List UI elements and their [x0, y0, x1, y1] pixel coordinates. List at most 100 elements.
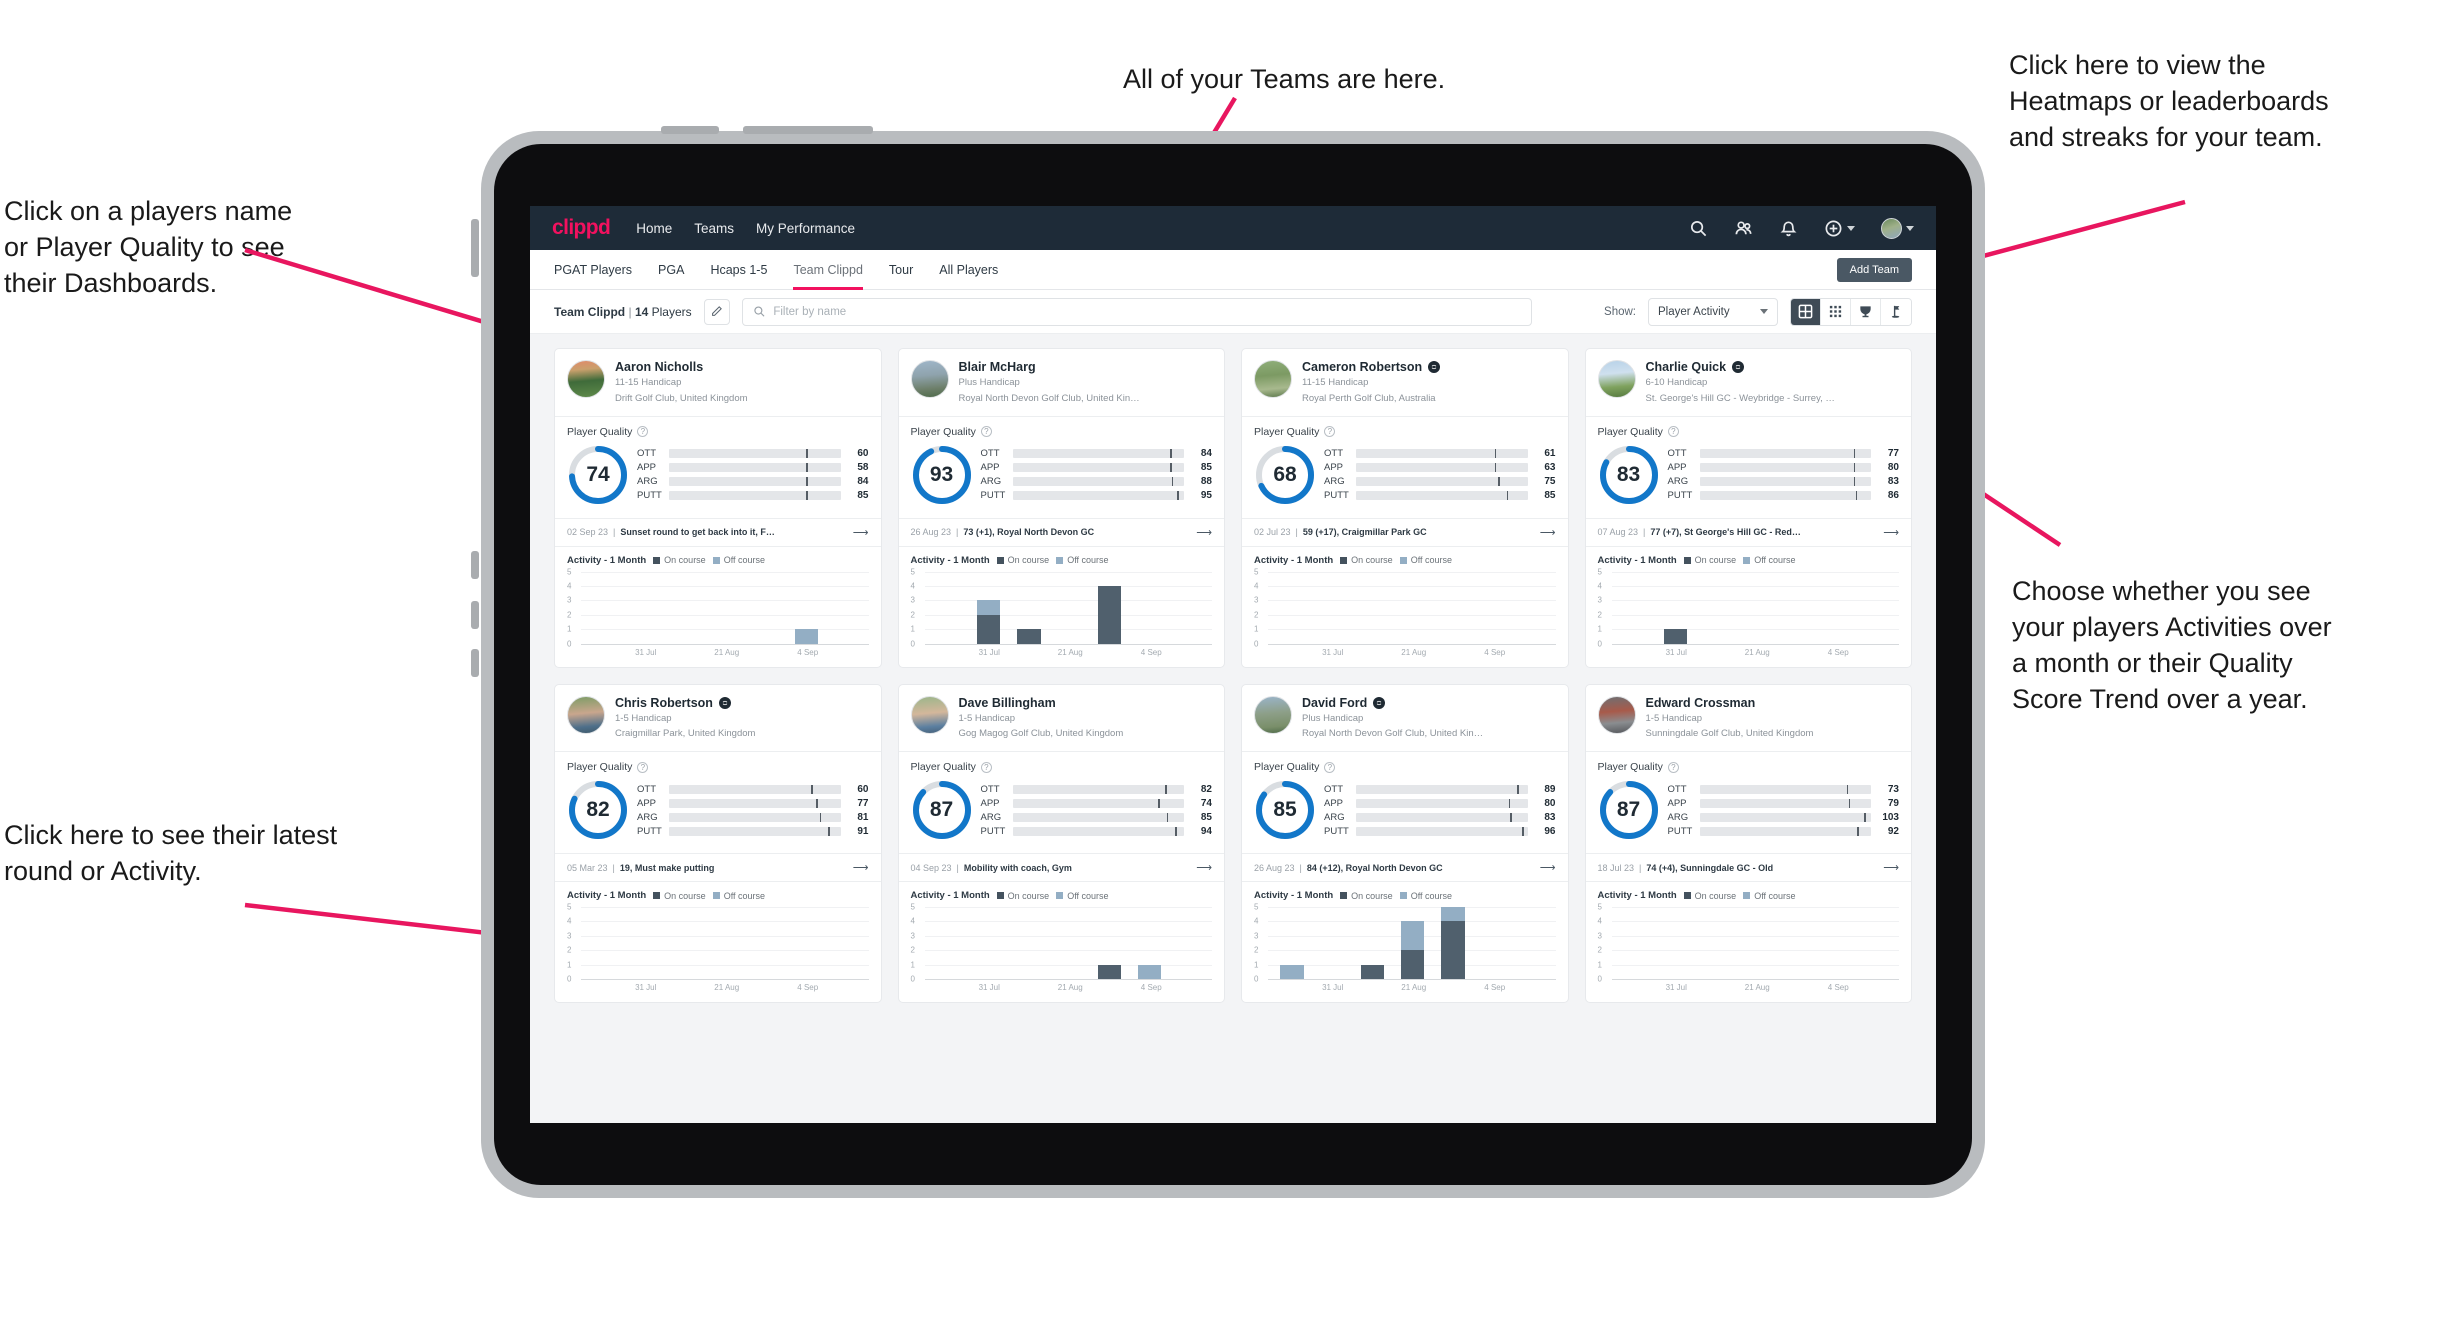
- add-team-button[interactable]: Add Team: [1836, 257, 1912, 282]
- edit-team-button[interactable]: [703, 298, 730, 325]
- player-card[interactable]: Aaron Nicholls 11-15 Handicap Drift Golf C…: [554, 348, 882, 668]
- player-quality-header[interactable]: Player Quality?: [899, 752, 1225, 777]
- help-icon[interactable]: ?: [1667, 426, 1679, 438]
- player-quality-body[interactable]: 87 OTT 82 APP 74 ARG 85 PUTT 94: [899, 777, 1225, 853]
- player-quality-body[interactable]: 93 OTT 84 APP 85 ARG 88 PUTT 95: [899, 442, 1225, 518]
- show-select[interactable]: Player Activity: [1648, 297, 1778, 326]
- latest-activity-row[interactable]: 05 Mar 23 | 19, Must make putting ⟶: [555, 853, 881, 881]
- player-card-header[interactable]: Chris Robertson 1-5 Handicap Craigmillar P…: [555, 685, 881, 752]
- dense-grid-view-button[interactable]: [1821, 298, 1851, 325]
- player-name[interactable]: Charlie Quick: [1646, 360, 1727, 374]
- arrow-right-icon[interactable]: ⟶: [1540, 861, 1556, 874]
- player-avatar[interactable]: [910, 360, 949, 398]
- player-name[interactable]: Dave Billingham: [959, 696, 1056, 710]
- player-quality-body[interactable]: 83 OTT 77 APP 80 ARG 83 PUTT 86: [1586, 442, 1912, 518]
- tab-all-players[interactable]: All Players: [939, 250, 998, 290]
- filter-search-box[interactable]: [741, 297, 1532, 326]
- plus-circle-icon[interactable]: [1824, 219, 1843, 238]
- tab-pga[interactable]: PGA: [658, 250, 684, 290]
- latest-activity-row[interactable]: 02 Sep 23 | Sunset round to get back into …: [555, 517, 881, 546]
- quality-score-ring[interactable]: 85: [1254, 779, 1316, 841]
- search-input[interactable]: [773, 305, 1521, 318]
- player-card[interactable]: Charlie Quick 6-10 Handicap St. George's H…: [1584, 348, 1912, 668]
- help-icon[interactable]: ?: [1324, 761, 1336, 773]
- user-menu-button[interactable]: [1881, 217, 1914, 239]
- quality-score-ring[interactable]: 87: [911, 779, 973, 841]
- player-quality-body[interactable]: 87 OTT 73 APP 79 ARG 103 PUTT 92: [1586, 777, 1912, 853]
- player-name-row[interactable]: Charlie Quick: [1646, 360, 1900, 374]
- player-card[interactable]: Edward Crossman 1-5 Handicap Sunningdale G…: [1584, 683, 1912, 1004]
- golf-flag-view-button[interactable]: [1881, 298, 1911, 325]
- player-card-header[interactable]: Aaron Nicholls 11-15 Handicap Drift Golf C…: [555, 349, 881, 416]
- arrow-right-icon[interactable]: ⟶: [1883, 861, 1899, 874]
- tab-tour[interactable]: Tour: [889, 250, 913, 290]
- player-card-header[interactable]: Edward Crossman 1-5 Handicap Sunningdale G…: [1586, 685, 1912, 752]
- avatar[interactable]: [1881, 217, 1902, 239]
- help-icon[interactable]: ?: [637, 761, 649, 773]
- player-name[interactable]: Blair McHarg: [959, 360, 1036, 374]
- player-avatar[interactable]: [910, 695, 949, 734]
- quality-score-ring[interactable]: 83: [1598, 444, 1660, 506]
- player-name[interactable]: Cameron Robertson: [1302, 360, 1422, 374]
- quality-score-ring[interactable]: 82: [567, 779, 629, 841]
- player-name[interactable]: Edward Crossman: [1646, 696, 1756, 710]
- player-avatar[interactable]: [567, 695, 605, 734]
- player-quality-body[interactable]: 68 OTT 61 APP 63 ARG 75 PUTT 85: [1242, 442, 1568, 518]
- latest-activity-row[interactable]: 02 Jul 23 | 59 (+17), Craigmillar Park GC ⟶: [1242, 517, 1568, 546]
- player-name-row[interactable]: Cameron Robertson: [1302, 360, 1556, 374]
- latest-activity-row[interactable]: 26 Aug 23 | 84 (+12), Royal North Devon GC…: [1242, 853, 1568, 881]
- clippd-logo[interactable]: clippd: [552, 216, 611, 240]
- quality-score-ring[interactable]: 74: [567, 444, 629, 506]
- player-card-header[interactable]: Blair McHarg Plus Handicap Royal North Dev…: [899, 349, 1225, 416]
- arrow-right-icon[interactable]: ⟶: [1883, 526, 1899, 539]
- player-card-header[interactable]: Dave Billingham 1-5 Handicap Gog Magog Gol…: [899, 685, 1225, 752]
- player-name-row[interactable]: Blair McHarg: [959, 360, 1213, 374]
- latest-activity-row[interactable]: 26 Aug 23 | 73 (+1), Royal North Devon GC ⟶: [898, 517, 1224, 546]
- quality-score-ring[interactable]: 93: [911, 444, 973, 506]
- player-quality-header[interactable]: Player Quality?: [555, 752, 881, 777]
- player-quality-body[interactable]: 85 OTT 89 APP 80 ARG 83 PUTT 96: [1242, 777, 1568, 853]
- nav-link-teams[interactable]: Teams: [694, 221, 734, 236]
- add-menu-button[interactable]: [1824, 219, 1855, 238]
- bell-icon[interactable]: [1779, 219, 1798, 238]
- player-avatar[interactable]: [1254, 695, 1292, 734]
- player-name[interactable]: Aaron Nicholls: [615, 360, 703, 374]
- search-icon[interactable]: [1689, 219, 1708, 238]
- nav-link-my-performance[interactable]: My Performance: [756, 221, 855, 236]
- latest-activity-row[interactable]: 04 Sep 23 | Mobility with coach, Gym ⟶: [898, 853, 1224, 881]
- player-card[interactable]: Blair McHarg Plus Handicap Royal North Dev…: [897, 348, 1225, 668]
- player-avatar[interactable]: [1597, 695, 1636, 734]
- player-quality-header[interactable]: Player Quality?: [1242, 417, 1568, 442]
- help-icon[interactable]: ?: [637, 426, 649, 438]
- player-quality-header[interactable]: Player Quality?: [555, 417, 881, 442]
- tab-pgat-players[interactable]: PGAT Players: [554, 250, 632, 290]
- arrow-right-icon[interactable]: ⟶: [1196, 861, 1212, 874]
- quality-score-ring[interactable]: 68: [1254, 444, 1316, 506]
- quality-score-ring[interactable]: 87: [1598, 779, 1660, 841]
- help-icon[interactable]: ?: [1324, 426, 1336, 438]
- latest-activity-row[interactable]: 07 Aug 23 | 77 (+7), St George's Hill GC -…: [1585, 517, 1911, 546]
- tab-team-clippd[interactable]: Team Clippd: [793, 250, 864, 290]
- player-card-header[interactable]: Charlie Quick 6-10 Handicap St. George's H…: [1586, 349, 1912, 416]
- player-avatar[interactable]: [1254, 360, 1292, 398]
- help-icon[interactable]: ?: [1667, 761, 1679, 773]
- player-name-row[interactable]: Aaron Nicholls: [615, 360, 869, 374]
- player-card[interactable]: Cameron Robertson 11-15 Handicap Royal Per…: [1241, 348, 1569, 668]
- tab-hcaps-1-5[interactable]: Hcaps 1-5: [710, 250, 767, 290]
- player-quality-header[interactable]: Player Quality?: [1586, 417, 1912, 442]
- arrow-right-icon[interactable]: ⟶: [853, 861, 869, 874]
- arrow-right-icon[interactable]: ⟶: [1196, 526, 1212, 539]
- arrow-right-icon[interactable]: ⟶: [853, 526, 869, 539]
- player-name[interactable]: David Ford: [1302, 696, 1367, 710]
- player-card[interactable]: Dave Billingham 1-5 Handicap Gog Magog Gol…: [897, 683, 1225, 1004]
- arrow-right-icon[interactable]: ⟶: [1540, 526, 1556, 539]
- player-avatar[interactable]: [567, 360, 605, 398]
- player-quality-body[interactable]: 82 OTT 60 APP 77 ARG 81 PUTT 91: [555, 777, 881, 853]
- player-name[interactable]: Chris Robertson: [615, 696, 713, 710]
- player-quality-header[interactable]: Player Quality?: [899, 417, 1225, 442]
- player-quality-header[interactable]: Player Quality?: [1242, 752, 1568, 777]
- people-icon[interactable]: [1734, 219, 1753, 238]
- player-card[interactable]: David Ford Plus Handicap Royal North Devon…: [1241, 683, 1569, 1004]
- player-name-row[interactable]: Dave Billingham: [959, 696, 1213, 710]
- player-card[interactable]: Chris Robertson 1-5 Handicap Craigmillar P…: [554, 683, 882, 1004]
